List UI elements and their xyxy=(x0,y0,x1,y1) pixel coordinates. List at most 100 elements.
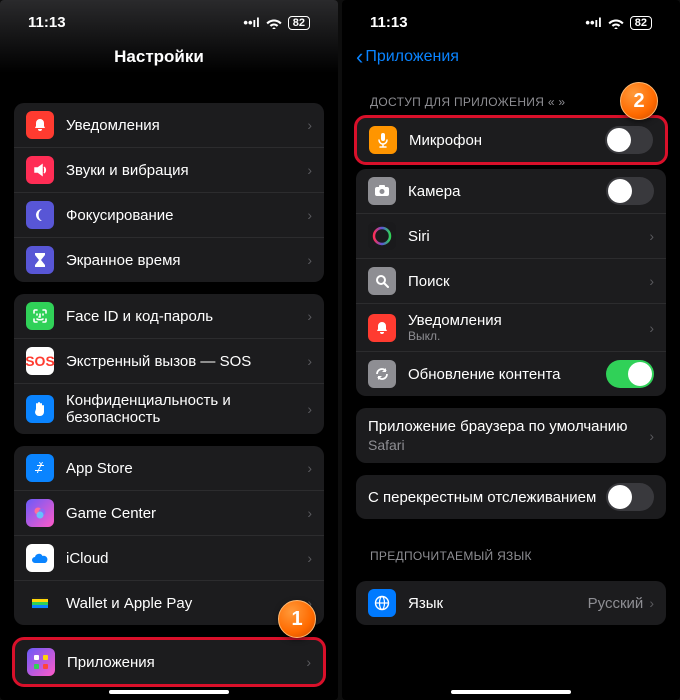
language-row[interactable]: Язык Русский › xyxy=(356,581,666,625)
sos-icon: SOS xyxy=(26,347,54,375)
wifi-icon xyxy=(608,17,624,29)
settings-row[interactable]: Game Center› xyxy=(14,491,324,536)
wifi-icon xyxy=(266,17,282,29)
chevron-right-icon: › xyxy=(307,252,312,268)
row-label: App Store xyxy=(66,460,307,477)
sound-icon xyxy=(26,156,54,184)
settings-row[interactable]: Экранное время› xyxy=(14,238,324,282)
refresh-toggle[interactable] xyxy=(606,360,654,388)
chevron-right-icon: › xyxy=(649,228,654,244)
home-indicator xyxy=(109,690,229,694)
settings-row[interactable]: Конфиденциальность и безопасность› xyxy=(14,384,324,434)
nav-bar: ‹ Приложения xyxy=(342,37,680,77)
siri-icon xyxy=(368,222,396,250)
microphone-row[interactable]: Микрофон xyxy=(357,118,665,162)
row-label: Звуки и вибрация xyxy=(66,162,307,179)
settings-row[interactable]: Звуки и вибрация› xyxy=(14,148,324,193)
globe-icon xyxy=(368,589,396,617)
row-label: iCloud xyxy=(66,550,307,567)
signal-icon: ••ıl xyxy=(585,15,601,30)
chevron-right-icon: › xyxy=(307,353,312,369)
bell-icon xyxy=(26,111,54,139)
settings-row[interactable]: App Store› xyxy=(14,446,324,491)
notifications-sublabel: Выкл. xyxy=(408,329,649,343)
cross-tracking-label: С перекрестным отслеживанием xyxy=(368,489,606,506)
page-title: Настройки xyxy=(114,47,204,67)
refresh-label: Обновление контента xyxy=(408,366,606,383)
default-browser-row[interactable]: Приложение браузера по умолчанию Safari … xyxy=(356,408,666,463)
chevron-right-icon: › xyxy=(649,428,654,444)
back-button[interactable]: ‹ Приложения xyxy=(356,44,459,70)
chevron-right-icon: › xyxy=(649,595,654,611)
camera-label: Камера xyxy=(408,183,606,200)
language-label: Язык xyxy=(408,595,588,612)
row-label: Wallet и Apple Pay xyxy=(66,595,307,612)
row-label: Game Center xyxy=(66,505,307,522)
status-bar: 11:13 ••ıl 82 xyxy=(342,0,680,37)
camera-toggle[interactable] xyxy=(606,177,654,205)
hand-icon xyxy=(26,395,54,423)
chevron-right-icon: › xyxy=(307,308,312,324)
settings-row[interactable]: Уведомления› xyxy=(14,103,324,148)
battery-icon: 82 xyxy=(288,16,310,30)
chevron-right-icon: › xyxy=(307,207,312,223)
default-browser-label: Приложение браузера по умолчанию xyxy=(368,418,627,435)
language-header: ПРЕДПОЧИТАЕМЫЙ ЯЗЫК xyxy=(356,531,666,569)
faceid-icon xyxy=(26,302,54,330)
chevron-right-icon: › xyxy=(307,550,312,566)
chevron-right-icon: › xyxy=(306,654,311,670)
apps-icon xyxy=(27,648,55,676)
camera-icon xyxy=(368,177,396,205)
moon-icon xyxy=(26,201,54,229)
settings-row[interactable]: Фокусирование› xyxy=(14,193,324,238)
notifications-row[interactable]: Уведомления Выкл. › xyxy=(356,304,666,352)
settings-row[interactable]: Face ID и код-пароль› xyxy=(14,294,324,339)
chevron-right-icon: › xyxy=(307,460,312,476)
refresh-icon xyxy=(368,360,396,388)
row-label: Конфиденциальность и безопасность xyxy=(66,392,307,426)
microphone-toggle[interactable] xyxy=(605,126,653,154)
chevron-right-icon: › xyxy=(307,401,312,417)
callout-marker-1: 1 xyxy=(278,600,316,638)
chevron-left-icon: ‹ xyxy=(356,44,363,70)
status-bar: 11:13 ••ıl 82 xyxy=(0,0,338,37)
apps-row[interactable]: Приложения › xyxy=(15,640,323,684)
signal-icon: ••ıl xyxy=(243,15,259,30)
settings-row[interactable]: SOS Экстренный вызов — SOS› xyxy=(14,339,324,384)
bell-icon xyxy=(368,314,396,342)
chevron-right-icon: › xyxy=(649,320,654,336)
siri-label: Siri xyxy=(408,228,649,245)
row-label: Face ID и код-пароль xyxy=(66,308,307,325)
row-label: Фокусирование xyxy=(66,207,307,224)
wallet-icon xyxy=(26,589,54,617)
search-icon xyxy=(368,267,396,295)
app-settings-list[interactable]: ДОСТУП ДЛЯ ПРИЛОЖЕНИЯ « » Микрофон Камер… xyxy=(342,77,680,697)
hourglass-icon xyxy=(26,246,54,274)
default-browser-value: Safari xyxy=(368,437,405,453)
cross-tracking-row[interactable]: С перекрестным отслеживанием xyxy=(356,475,666,519)
camera-row[interactable]: Камера xyxy=(356,169,666,214)
mic-row-highlight: Микрофон xyxy=(354,115,668,165)
language-value: Русский xyxy=(588,595,644,612)
settings-main-screen: 11:13 ••ıl 82 Настройки Уведомления›Звук… xyxy=(0,0,338,700)
time-label: 11:13 xyxy=(370,14,408,31)
status-icons: ••ıl 82 xyxy=(243,15,310,30)
notifications-label: Уведомления Выкл. xyxy=(408,312,649,343)
search-label: Поиск xyxy=(408,273,649,290)
apps-row-highlight: Приложения › xyxy=(12,637,326,687)
search-row[interactable]: Поиск › xyxy=(356,259,666,304)
battery-icon: 82 xyxy=(630,16,652,30)
gamecenter-icon xyxy=(26,499,54,527)
settings-row[interactable]: iCloud› xyxy=(14,536,324,581)
row-label: Экранное время xyxy=(66,252,307,269)
callout-marker-2: 2 xyxy=(620,82,658,120)
app-settings-screen: 11:13 ••ıl 82 ‹ Приложения ДОСТУП ДЛЯ ПР… xyxy=(342,0,680,700)
background-refresh-row[interactable]: Обновление контента xyxy=(356,352,666,396)
microphone-icon xyxy=(369,126,397,154)
siri-row[interactable]: Siri › xyxy=(356,214,666,259)
row-label: Экстренный вызов — SOS xyxy=(66,353,307,370)
nav-bar: Настройки xyxy=(0,37,338,77)
cross-tracking-toggle[interactable] xyxy=(606,483,654,511)
back-label: Приложения xyxy=(365,48,459,66)
chevron-right-icon: › xyxy=(307,117,312,133)
